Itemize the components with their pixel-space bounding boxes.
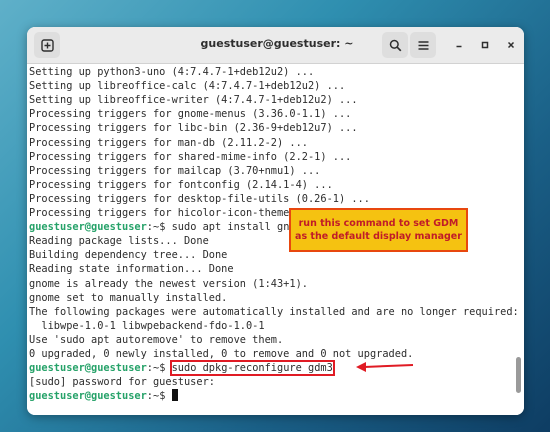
new-tab-icon: [40, 38, 54, 52]
annotation-callout: run this command to set GDM as the defau…: [289, 208, 468, 252]
window-title: guestuser@guestuser: ~: [200, 37, 354, 50]
prompt-separator: :~$: [146, 221, 172, 234]
hamburger-menu-icon: [418, 40, 428, 50]
terminal-output-line: Processing triggers for gnome-menus (3.3…: [29, 107, 351, 121]
close-button[interactable]: [498, 32, 524, 58]
output-text: Setting up libreoffice-calc (4:7.4.7-1+d…: [29, 80, 346, 93]
scrollbar[interactable]: [516, 357, 521, 393]
prompt-user-host: guestuser@guestuser: [29, 362, 147, 375]
highlighted-command: sudo dpkg-reconfigure gdm3: [169, 360, 335, 377]
menu-button[interactable]: [410, 32, 436, 58]
output-text: Setting up libreoffice-writer (4:7.4.7-1…: [29, 94, 358, 107]
prompt-separator: :~$: [146, 362, 172, 375]
output-text: The following packages were automaticall…: [29, 305, 519, 318]
output-text: Processing triggers for desktop-file-uti…: [29, 192, 370, 205]
output-text: Processing triggers for mailcap (3.70+nm…: [29, 164, 321, 177]
terminal-output-line: Setting up libreoffice-calc (4:7.4.7-1+d…: [29, 79, 345, 93]
prompt-separator: :~$: [146, 390, 172, 403]
minimize-button[interactable]: [446, 32, 472, 58]
output-text: Use 'sudo apt autoremove' to remove them…: [29, 333, 284, 346]
terminal-output-line: gnome is already the newest version (1:4…: [29, 277, 308, 291]
output-text: Reading state information... Done: [29, 263, 234, 276]
output-text: Processing triggers for gnome-menus (3.3…: [29, 108, 352, 121]
prompt-user-host: guestuser@guestuser: [29, 390, 147, 403]
text-cursor: [171, 389, 178, 402]
terminal-output-line: Processing triggers for shared-mime-info…: [29, 150, 351, 164]
terminal-output-line: [sudo] password for guestuser:: [29, 375, 215, 389]
minimize-icon: [456, 45, 462, 48]
terminal-output-line: Reading state information... Done: [29, 262, 234, 276]
terminal-output-line: 0 upgraded, 0 newly installed, 0 to remo…: [29, 347, 413, 361]
maximize-button[interactable]: [472, 32, 498, 58]
terminal-output-line: Setting up libreoffice-writer (4:7.4.7-1…: [29, 93, 358, 107]
annotation-line-1: run this command to set GDM: [298, 218, 459, 229]
terminal-output-line: Building dependency tree... Done: [29, 248, 227, 262]
output-text: Processing triggers for shared-mime-info…: [29, 150, 352, 163]
terminal-output-line: Processing triggers for mailcap (3.70+nm…: [29, 164, 320, 178]
search-button[interactable]: [382, 32, 408, 58]
output-text: 0 upgraded, 0 newly installed, 0 to remo…: [29, 348, 414, 360]
titlebar: guestuser@guestuser: ~: [27, 27, 524, 64]
output-text: Building dependency tree... Done: [29, 249, 228, 262]
search-icon: [389, 39, 401, 51]
output-text: gnome set to manually installed.: [29, 291, 228, 304]
terminal-output-line: Setting up python3-uno (4:7.4.7-1+deb12u…: [29, 65, 314, 79]
maximize-icon: [481, 41, 489, 49]
terminal-prompt-line: guestuser@guestuser:~$ sudo apt install …: [29, 220, 308, 234]
output-text: Processing triggers for fontconfig (2.14…: [29, 178, 333, 191]
command-text: sudo apt install gnome: [171, 221, 308, 234]
output-text: Processing triggers for man-db (2.11.2-2…: [29, 136, 308, 149]
terminal-prompt-line: guestuser@guestuser:~$ sudo dpkg-reconfi…: [29, 360, 335, 377]
close-icon: [507, 41, 515, 49]
terminal-output-line: Processing triggers for desktop-file-uti…: [29, 192, 370, 206]
output-text: Setting up python3-uno (4:7.4.7-1+deb12u…: [29, 66, 315, 78]
prompt-user-host: guestuser@guestuser: [29, 221, 147, 234]
terminal-output-line: Processing triggers for fontconfig (2.14…: [29, 178, 333, 192]
new-tab-button[interactable]: [34, 32, 60, 58]
output-text: gnome is already the newest version (1:4…: [29, 277, 308, 290]
terminal-output-line: Processing triggers for man-db (2.11.2-2…: [29, 136, 308, 150]
terminal-output-line: Use 'sudo apt autoremove' to remove them…: [29, 333, 283, 347]
terminal-output-line: libwpe-1.0-1 libwpebackend-fdo-1.0-1: [29, 319, 265, 333]
output-text: Processing triggers for libc-bin (2.36-9…: [29, 122, 358, 135]
terminal-prompt-line: guestuser@guestuser:~$: [29, 389, 178, 403]
output-text: Reading package lists... Done: [29, 235, 209, 248]
terminal-output-line: The following packages were automaticall…: [29, 305, 519, 319]
annotation-line-2: as the default display manager: [295, 231, 462, 242]
terminal-output-line: Reading package lists... Done: [29, 234, 209, 248]
output-text: libwpe-1.0-1 libwpebackend-fdo-1.0-1: [29, 319, 265, 332]
terminal-output-line: gnome set to manually installed.: [29, 291, 227, 305]
output-text: [sudo] password for guestuser:: [29, 376, 215, 389]
terminal-output-line: Processing triggers for libc-bin (2.36-9…: [29, 121, 358, 135]
